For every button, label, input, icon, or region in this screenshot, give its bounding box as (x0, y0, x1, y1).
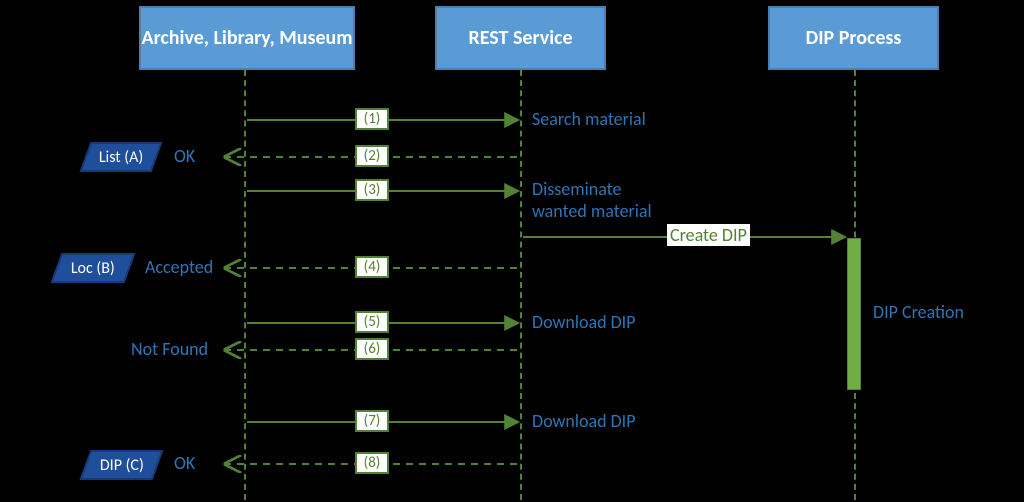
msg-2-status: OK (174, 145, 195, 167)
step-5-badge: (5) (355, 311, 389, 333)
msg-1-label: Search material (532, 108, 646, 130)
dip-creation-label: DIP Creation (873, 301, 964, 323)
msg-4-status: Accepted (145, 256, 213, 278)
io-list-a: List (A) (80, 142, 163, 172)
step-8-badge: (8) (355, 452, 389, 474)
io-loc-b-label: Loc (B) (71, 259, 115, 278)
msg-7-label: Download DIP (532, 410, 636, 432)
actor-alm: Archive, Library, Museum (139, 6, 355, 70)
msg-3-label-line1: Disseminate (532, 178, 621, 200)
step-6-badge: (6) (355, 338, 389, 360)
io-list-a-label: List (A) (99, 148, 143, 167)
msg-5-label: Download DIP (532, 311, 636, 333)
io-loc-b: Loc (B) (51, 253, 136, 283)
message-arrows (0, 0, 1024, 502)
step-2-badge: (2) (355, 145, 389, 167)
step-3-badge: (3) (355, 179, 389, 201)
actor-alm-label: Archive, Library, Museum (141, 26, 352, 50)
actor-rest-label: REST Service (468, 26, 572, 50)
step-7-badge: (7) (355, 410, 389, 432)
step-1-badge: (1) (355, 108, 389, 130)
actor-dip: DIP Process (768, 6, 939, 70)
actor-rest: REST Service (435, 6, 606, 70)
msg-3-label-line2: wanted material (532, 200, 652, 222)
sequence-diagram: Archive, Library, Museum REST Service DI… (0, 0, 1024, 502)
lifeline-alm (244, 70, 246, 500)
io-dip-c-label: DIP (C) (100, 456, 144, 475)
activation-dip-creation (847, 238, 861, 390)
step-4-badge: (4) (355, 256, 389, 278)
io-dip-c: DIP (C) (80, 450, 164, 480)
msg-6-status: Not Found (131, 338, 208, 360)
lifeline-rest (520, 70, 522, 500)
msg-8-status: OK (174, 452, 195, 474)
msg-create-dip-label: Create DIP (667, 224, 750, 246)
actor-dip-label: DIP Process (806, 26, 902, 50)
